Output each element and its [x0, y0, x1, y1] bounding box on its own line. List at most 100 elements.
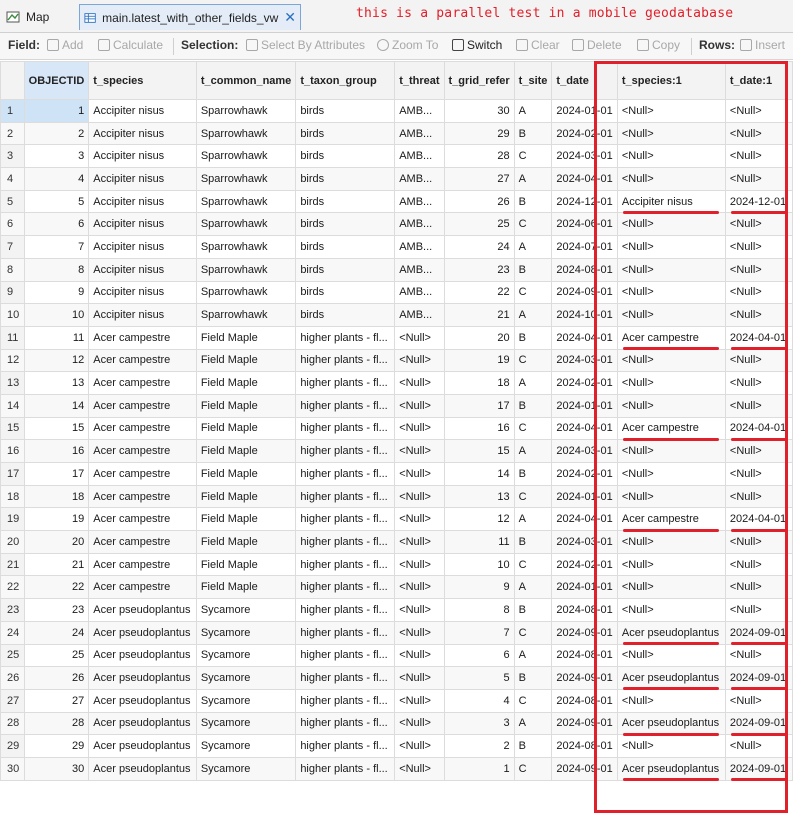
table-cell[interactable]: 13: [443, 484, 515, 509]
table-cell[interactable]: 2024-08-01: [551, 688, 618, 713]
table-cell[interactable]: 23: [23, 598, 90, 622]
table-cell[interactable]: Sparrowhawk: [195, 280, 297, 305]
table-cell[interactable]: 2024-12-01: [551, 189, 618, 214]
table-cell[interactable]: <Null>: [724, 257, 793, 282]
table-cell[interactable]: <Null>: [724, 99, 793, 123]
table-cell[interactable]: Accipiter nisus: [88, 257, 197, 282]
table-cell[interactable]: <Null>: [394, 371, 445, 395]
table-cell[interactable]: higher plants - fl...: [295, 552, 396, 577]
table-cell[interactable]: 1: [443, 756, 515, 781]
table-row[interactable]: 15 15 Acer campestre Field Maple higher plan…: [0, 416, 793, 441]
row-number-cell[interactable]: 24: [0, 620, 25, 645]
table-cell[interactable]: 9: [443, 575, 515, 600]
table-cell[interactable]: 28: [23, 711, 90, 736]
table-row[interactable]: 3 3 Accipiter nisus Sparrowhawk birds AMB... 2…: [0, 144, 793, 169]
table-cell[interactable]: <Null>: [394, 348, 445, 373]
table-cell[interactable]: C: [513, 280, 553, 305]
table-row[interactable]: 6 6 Accipiter nisus Sparrowhawk birds AMB... 2…: [0, 212, 793, 237]
table-cell[interactable]: 2024-01-01: [551, 99, 618, 123]
table-cell[interactable]: Sparrowhawk: [195, 121, 297, 146]
table-row[interactable]: 18 18 Acer campestre Field Maple higher plan…: [0, 484, 793, 509]
table-cell[interactable]: Acer pseudoplantus: [88, 666, 197, 690]
table-cell[interactable]: 2024-04-01: [724, 507, 793, 532]
table-cell[interactable]: Field Maple: [195, 325, 297, 350]
table-row[interactable]: 26 26 Acer pseudoplantus Sycamore higher pla…: [0, 666, 793, 690]
table-cell[interactable]: Sycamore: [195, 734, 297, 758]
table-cell[interactable]: Field Maple: [195, 484, 297, 509]
table-cell[interactable]: C: [513, 688, 553, 713]
table-cell[interactable]: <Null>: [616, 235, 726, 259]
table-cell[interactable]: AMB...: [394, 99, 445, 123]
table-row[interactable]: 24 24 Acer pseudoplantus Sycamore higher pla…: [0, 620, 793, 645]
table-cell[interactable]: A: [513, 643, 553, 668]
table-row[interactable]: 29 29 Acer pseudoplantus Sycamore higher pla…: [0, 734, 793, 758]
table-cell[interactable]: 2: [23, 121, 90, 146]
table-cell[interactable]: B: [513, 598, 553, 622]
table-cell[interactable]: <Null>: [394, 575, 445, 600]
row-number-cell[interactable]: 5: [0, 189, 25, 214]
table-cell[interactable]: Field Maple: [195, 462, 297, 486]
table-cell[interactable]: <Null>: [616, 348, 726, 373]
table-cell[interactable]: C: [513, 348, 553, 373]
table-cell[interactable]: 2024-08-01: [551, 734, 618, 758]
table-cell[interactable]: AMB...: [394, 280, 445, 305]
table-row[interactable]: 21 21 Acer campestre Field Maple higher plan…: [0, 552, 793, 577]
table-cell[interactable]: 15: [23, 416, 90, 441]
table-cell[interactable]: C: [513, 416, 553, 441]
table-cell[interactable]: Acer pseudoplantus: [88, 756, 197, 781]
table-cell[interactable]: 17: [23, 462, 90, 486]
table-cell[interactable]: 2024-10-01: [551, 303, 618, 327]
table-cell[interactable]: B: [513, 393, 553, 418]
row-number-cell[interactable]: 16: [0, 439, 25, 463]
table-cell[interactable]: higher plants - fl...: [295, 439, 396, 463]
row-number-cell[interactable]: 10: [0, 303, 25, 327]
table-row[interactable]: 5 5 Accipiter nisus Sparrowhawk birds AMB... 2…: [0, 189, 793, 214]
table-cell[interactable]: Sycamore: [195, 756, 297, 781]
table-cell[interactable]: 2: [443, 734, 515, 758]
table-row[interactable]: 9 9 Accipiter nisus Sparrowhawk birds AMB... 2…: [0, 280, 793, 305]
table-cell[interactable]: <Null>: [394, 325, 445, 350]
table-cell[interactable]: Sparrowhawk: [195, 212, 297, 237]
table-cell[interactable]: 2024-09-01: [551, 280, 618, 305]
table-cell[interactable]: Field Maple: [195, 371, 297, 395]
table-cell[interactable]: C: [513, 620, 553, 645]
table-cell[interactable]: <Null>: [616, 530, 726, 554]
table-cell[interactable]: 20: [443, 325, 515, 350]
table-cell[interactable]: Acer campestre: [616, 507, 726, 532]
table-cell[interactable]: 1: [23, 99, 90, 123]
table-cell[interactable]: higher plants - fl...: [295, 688, 396, 713]
table-cell[interactable]: <Null>: [616, 167, 726, 191]
table-cell[interactable]: Acer campestre: [616, 416, 726, 441]
table-cell[interactable]: <Null>: [394, 756, 445, 781]
table-cell[interactable]: <Null>: [724, 235, 793, 259]
table-cell[interactable]: AMB...: [394, 212, 445, 237]
table-cell[interactable]: 2024-09-01: [724, 620, 793, 645]
close-icon[interactable]: ✕: [284, 9, 296, 26]
table-cell[interactable]: Accipiter nisus: [616, 189, 726, 214]
table-cell[interactable]: 30: [23, 756, 90, 781]
table-cell[interactable]: <Null>: [616, 598, 726, 622]
table-cell[interactable]: <Null>: [724, 734, 793, 758]
table-cell[interactable]: AMB...: [394, 235, 445, 259]
table-cell[interactable]: C: [513, 144, 553, 169]
table-cell[interactable]: 2024-03-01: [551, 348, 618, 373]
table-row[interactable]: 23 23 Acer pseudoplantus Sycamore higher pla…: [0, 598, 793, 622]
table-cell[interactable]: 2024-09-01: [724, 666, 793, 690]
table-cell[interactable]: 27: [443, 167, 515, 191]
table-row[interactable]: 16 16 Acer campestre Field Maple higher plan…: [0, 439, 793, 463]
table-cell[interactable]: <Null>: [724, 530, 793, 554]
t-common-name-header[interactable]: t_common_name: [195, 61, 297, 100]
table-cell[interactable]: Field Maple: [195, 416, 297, 441]
delete-button[interactable]: Delete: [572, 38, 622, 52]
t-date-1-header[interactable]: t_date:1: [724, 61, 793, 100]
table-cell[interactable]: <Null>: [724, 280, 793, 305]
row-number-cell[interactable]: 29: [0, 734, 25, 758]
t-grid-refer-header[interactable]: t_grid_refer: [443, 61, 515, 100]
table-cell[interactable]: A: [513, 235, 553, 259]
row-number-cell[interactable]: 3: [0, 144, 25, 169]
table-cell[interactable]: birds: [295, 99, 396, 123]
row-number-cell[interactable]: 18: [0, 484, 25, 509]
table-cell[interactable]: 2024-08-01: [551, 257, 618, 282]
table-cell[interactable]: birds: [295, 212, 396, 237]
table-cell[interactable]: <Null>: [394, 643, 445, 668]
